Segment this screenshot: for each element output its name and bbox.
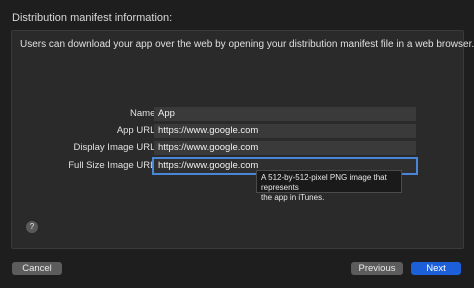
manifest-panel: Users can download your app over the web… [11, 30, 474, 249]
next-button[interactable]: Next [411, 262, 461, 275]
display-image-url-row: Display Image URL: https://www.google.co… [12, 141, 463, 155]
full-size-image-url-label: Full Size Image URL: [68, 160, 158, 171]
display-image-url-field[interactable]: https://www.google.com [154, 141, 416, 155]
panel-description: Users can download your app over the web… [20, 39, 474, 50]
cancel-button[interactable]: Cancel [12, 262, 62, 275]
tooltip-line-1: A 512-by-512-pixel PNG image that repres… [261, 173, 387, 192]
app-url-field[interactable]: https://www.google.com [154, 124, 416, 138]
help-icon[interactable]: ? [26, 221, 38, 233]
previous-button[interactable]: Previous [351, 262, 403, 275]
display-image-url-label: Display Image URL: [73, 142, 158, 153]
name-row: Name: App [12, 107, 463, 121]
image-url-tooltip: A 512-by-512-pixel PNG image that repres… [256, 170, 402, 202]
app-url-row: App URL: https://www.google.com [12, 124, 463, 138]
name-field[interactable]: App [154, 107, 416, 121]
tooltip-line-2: the app in iTunes. [261, 193, 325, 202]
app-url-label: App URL: [116, 125, 158, 136]
sheet-title: Distribution manifest information: [12, 12, 173, 24]
